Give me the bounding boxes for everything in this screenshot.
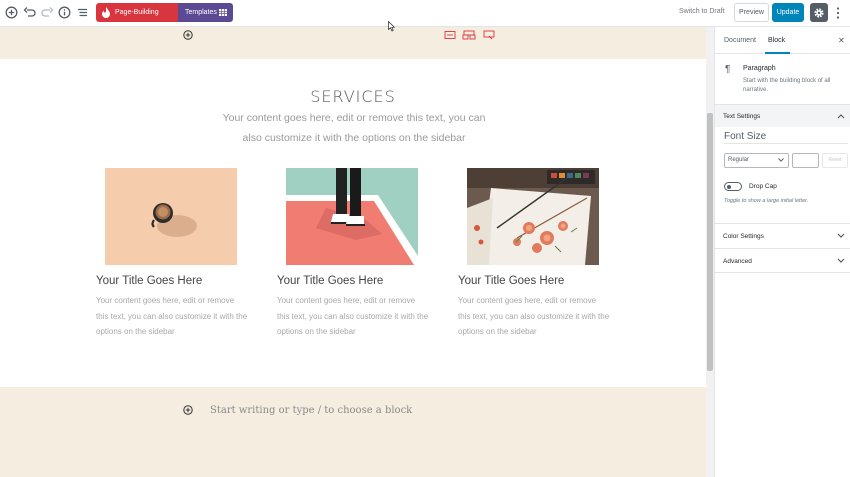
settings-sidebar: Document Block ✕ ¶ Paragraph Start with … — [714, 27, 850, 477]
add-block-inline-icon[interactable] — [183, 30, 193, 40]
preview-button[interactable]: Preview — [734, 3, 769, 22]
more-options-icon[interactable] — [834, 6, 842, 20]
custom-font-size-input[interactable] — [792, 153, 819, 168]
templates-label: Templates — [185, 9, 217, 16]
templates-grid-icon — [219, 9, 227, 16]
font-size-select[interactable]: Regular — [724, 153, 789, 168]
font-size-divider — [724, 143, 848, 144]
top-section-background — [0, 27, 706, 59]
chevron-up-icon[interactable] — [837, 113, 845, 119]
sidebar-tabs: Document Block ✕ — [715, 27, 850, 54]
paragraph-icon: ¶ — [725, 64, 731, 75]
font-size-reset-button[interactable]: Reset — [822, 153, 848, 168]
mouse-cursor-icon — [388, 21, 395, 32]
add-block-placeholder-icon[interactable] — [183, 405, 193, 415]
tab-document[interactable]: Document — [724, 37, 756, 44]
floral-painting-image[interactable] — [467, 168, 599, 265]
info-icon[interactable] — [58, 6, 71, 19]
services-subtitle[interactable]: Your content goes here, edit or remove t… — [218, 108, 490, 148]
settings-toggle-button[interactable] — [810, 3, 828, 22]
card-title[interactable]: Your Title Goes Here — [458, 275, 618, 287]
card-description[interactable]: Your content goes here, edit or remove t… — [277, 293, 429, 340]
advanced-panel[interactable]: Advanced — [715, 248, 850, 273]
card-description[interactable]: Your content goes here, edit or remove t… — [96, 293, 248, 340]
update-button[interactable]: Update — [772, 3, 804, 22]
drop-cap-label: Drop Cap — [749, 183, 777, 190]
close-icon[interactable]: ✕ — [838, 36, 845, 45]
card-title[interactable]: Your Title Goes Here — [277, 275, 437, 287]
color-settings-panel[interactable]: Color Settings — [715, 223, 850, 248]
block-placeholder-text[interactable]: Start writing or type / to choose a bloc… — [210, 405, 412, 416]
add-block-icon[interactable] — [5, 6, 18, 19]
block-navigation-icon[interactable] — [76, 6, 89, 19]
undo-icon[interactable] — [23, 6, 36, 19]
chevron-down-icon[interactable] — [837, 258, 845, 264]
font-size-label: Font Size — [724, 131, 767, 142]
color-settings-title: Color Settings — [723, 233, 764, 240]
flame-logo-icon — [102, 7, 110, 18]
page-building-mode-button[interactable]: Page-Building Mode — [96, 3, 178, 35]
card-description[interactable]: Your content goes here, edit or remove t… — [458, 293, 610, 340]
coffee-cup-image[interactable] — [105, 168, 237, 265]
sneakers-court-image[interactable] — [286, 168, 418, 265]
text-settings-title: Text Settings — [723, 113, 761, 120]
drop-cap-help: Toggle to show a large initial letter. — [724, 198, 809, 204]
card-title[interactable]: Your Title Goes Here — [96, 275, 256, 287]
block-tools-icons[interactable] — [444, 30, 496, 40]
font-size-select-value: Regular — [728, 157, 750, 163]
templates-button[interactable]: Templates — [178, 3, 233, 22]
block-type-name: Paragraph — [743, 65, 776, 72]
chevron-down-icon[interactable] — [837, 233, 845, 239]
gear-icon — [814, 7, 824, 18]
toggle-knob — [726, 184, 731, 189]
chevron-down-icon — [778, 158, 784, 162]
bottom-section-background — [0, 387, 706, 477]
redo-icon[interactable] — [41, 6, 54, 19]
block-type-description: Start with the building block of all nar… — [743, 78, 831, 93]
advanced-title: Advanced — [723, 258, 752, 265]
canvas-scrollbar-thumb[interactable] — [707, 113, 713, 371]
editor-toolbar: Page-Building Mode Templates Switch to D… — [0, 0, 850, 35]
services-heading[interactable]: SERVICES — [0, 87, 706, 106]
active-tab-indicator — [765, 52, 790, 54]
switch-to-draft-link[interactable]: Switch to Draft — [679, 8, 725, 15]
drop-cap-toggle[interactable] — [724, 182, 742, 191]
tab-block[interactable]: Block — [768, 37, 785, 44]
